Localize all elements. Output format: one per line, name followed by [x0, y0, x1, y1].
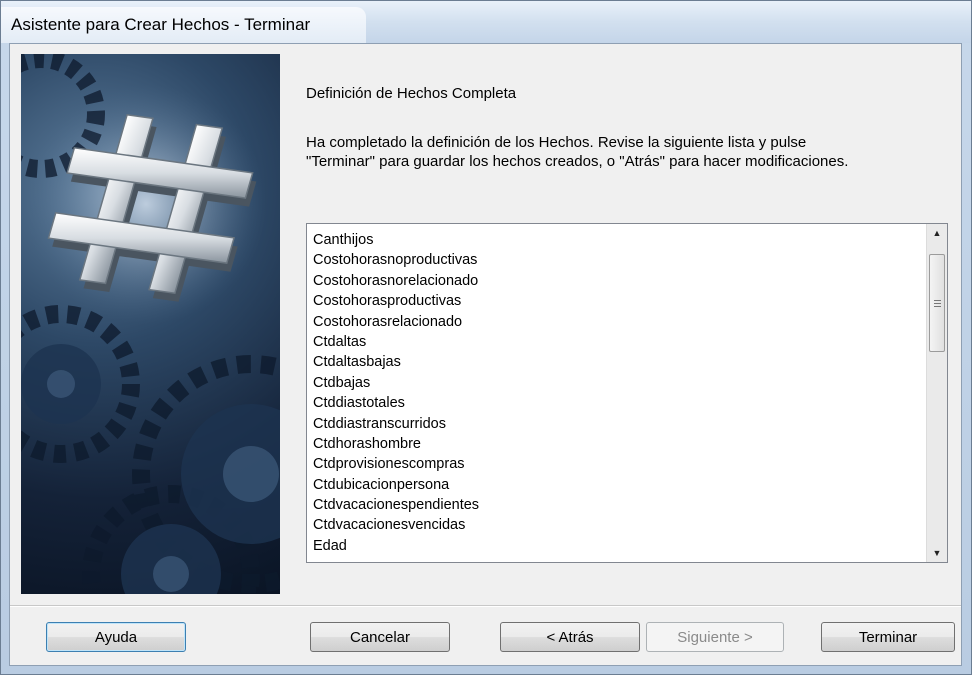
window-title: Asistente para Crear Hechos - Terminar	[11, 15, 311, 34]
scroll-up-arrow-icon[interactable]: ▲	[927, 224, 947, 242]
button-separator	[10, 605, 961, 607]
grip-icon	[933, 299, 941, 307]
list-item[interactable]: Ctdvacacionespendientes	[313, 495, 923, 515]
list-item[interactable]: Ctdprovisionescompras	[313, 454, 923, 474]
list-item[interactable]: Costohorasnoproductivas	[313, 250, 923, 270]
list-item[interactable]: Costohorasrelacionado	[313, 312, 923, 332]
title-bar[interactable]: Asistente para Crear Hechos - Terminar	[1, 1, 971, 43]
list-item[interactable]: Ctdvacacionesvencidas	[313, 515, 923, 535]
scroll-down-arrow-icon[interactable]: ▼	[927, 544, 947, 562]
list-item[interactable]: Ctdbajas	[313, 373, 923, 393]
list-item[interactable]: Ctddiastotales	[313, 393, 923, 413]
list-item[interactable]: Ctdubicacionpersona	[313, 475, 923, 495]
cancel-button[interactable]: Cancelar	[310, 622, 450, 652]
description-line-2: "Terminar" para guardar los hechos cread…	[306, 153, 849, 170]
hash-gears-image	[21, 54, 280, 594]
list-item[interactable]: Ctddiastranscurridos	[313, 414, 923, 434]
vertical-scrollbar[interactable]: ▲ ▼	[926, 224, 947, 562]
wizard-window: Asistente para Crear Hechos - Terminar D…	[0, 0, 972, 675]
scrollbar-thumb[interactable]	[929, 254, 945, 352]
page-heading: Definición de Hechos Completa	[306, 85, 517, 102]
wizard-side-image	[21, 54, 280, 594]
help-button[interactable]: Ayuda	[46, 622, 186, 652]
back-button[interactable]: < Atrás	[500, 622, 640, 652]
list-item[interactable]: Ctdaltas	[313, 332, 923, 352]
list-item[interactable]: Ctdaltasbajas	[313, 352, 923, 372]
list-item[interactable]: Ctdhorashombre	[313, 434, 923, 454]
description-line-1: Ha completado la definición de los Hecho…	[306, 134, 807, 151]
list-item[interactable]: Costohorasproductivas	[313, 291, 923, 311]
facts-list-items: Canthijos Costohorasnoproductivas Costoh…	[313, 230, 923, 556]
list-item[interactable]: Costohorasnorelacionado	[313, 271, 923, 291]
list-item[interactable]: Canthijos	[313, 230, 923, 250]
facts-listbox[interactable]: Canthijos Costohorasnoproductivas Costoh…	[306, 223, 948, 563]
list-item[interactable]: Edad	[313, 536, 923, 556]
finish-button[interactable]: Terminar	[821, 622, 955, 652]
next-button: Siguiente >	[646, 622, 784, 652]
page-description: Ha completado la definición de los Hecho…	[306, 133, 946, 171]
dialog-client-area: Definición de Hechos Completa Ha complet…	[9, 43, 962, 666]
